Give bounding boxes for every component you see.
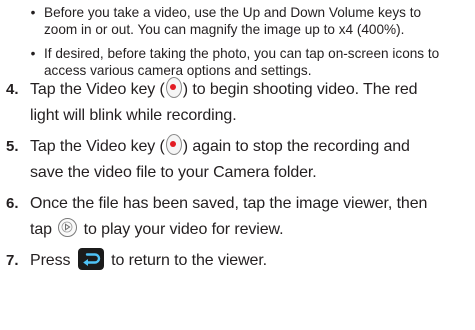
play-icon bbox=[58, 218, 78, 238]
step-number: 7. bbox=[6, 252, 19, 269]
step-text-fragment: to play your video for review. bbox=[83, 221, 284, 238]
step-line: save the video file to your Camera folde… bbox=[30, 164, 317, 181]
step-line: Tap the Video key ( ) to begin shooting v… bbox=[30, 77, 470, 103]
step-line: Press to return to the viewer. bbox=[30, 247, 470, 274]
step-number: 4. bbox=[6, 81, 19, 98]
video-key-icon bbox=[165, 134, 182, 156]
step-text-fragment: Tap the Video key ( bbox=[30, 81, 165, 98]
step-number: 5. bbox=[6, 138, 19, 155]
back-icon bbox=[77, 247, 104, 270]
bullet-dot: • bbox=[30, 5, 36, 20]
tip-options-line-1: If desired, before taking the photo, you… bbox=[44, 46, 440, 61]
step-text-fragment: to return to the viewer. bbox=[111, 252, 268, 269]
step-text: Once the file has been saved, tap the im… bbox=[30, 191, 470, 243]
step-text-fragment: Tap the Video key ( bbox=[30, 138, 165, 155]
step-line: Tap the Video key ( ) again to stop the r… bbox=[30, 134, 470, 160]
tip-zoom-line-1: Before you take a video, use the Up and … bbox=[44, 5, 422, 20]
video-key-icon bbox=[165, 77, 182, 99]
step-line: tap to play your video for review. bbox=[30, 217, 470, 243]
tips-list: • Before you take a video, use the Up an… bbox=[26, 4, 474, 79]
step-line: light will blink while recording. bbox=[30, 107, 237, 124]
step-number: 6. bbox=[6, 195, 19, 212]
manual-page: • Before you take a video, use the Up an… bbox=[0, 0, 475, 330]
step-text: Tap the Video key ( ) to begin shooting v… bbox=[30, 77, 470, 129]
step-text: Tap the Video key ( ) again to stop the r… bbox=[30, 134, 470, 186]
step-text-fragment: Press bbox=[30, 252, 71, 269]
step-text-fragment: ) again to stop the recording and bbox=[182, 138, 410, 155]
tip-zoom-line-2: zoom in or out. You can magnify the imag… bbox=[44, 22, 405, 37]
tip-camera-options: • If desired, before taking the photo, y… bbox=[26, 45, 474, 79]
step-text-fragment: ) to begin shooting video. The red bbox=[182, 81, 418, 98]
step-text: Press to return to the viewer. bbox=[30, 247, 470, 274]
tip-zoom: • Before you take a video, use the Up an… bbox=[26, 4, 474, 38]
step-line: Once the file has been saved, tap the im… bbox=[30, 195, 428, 212]
step-text-fragment: tap bbox=[30, 221, 52, 238]
bullet-dot: • bbox=[30, 46, 36, 61]
